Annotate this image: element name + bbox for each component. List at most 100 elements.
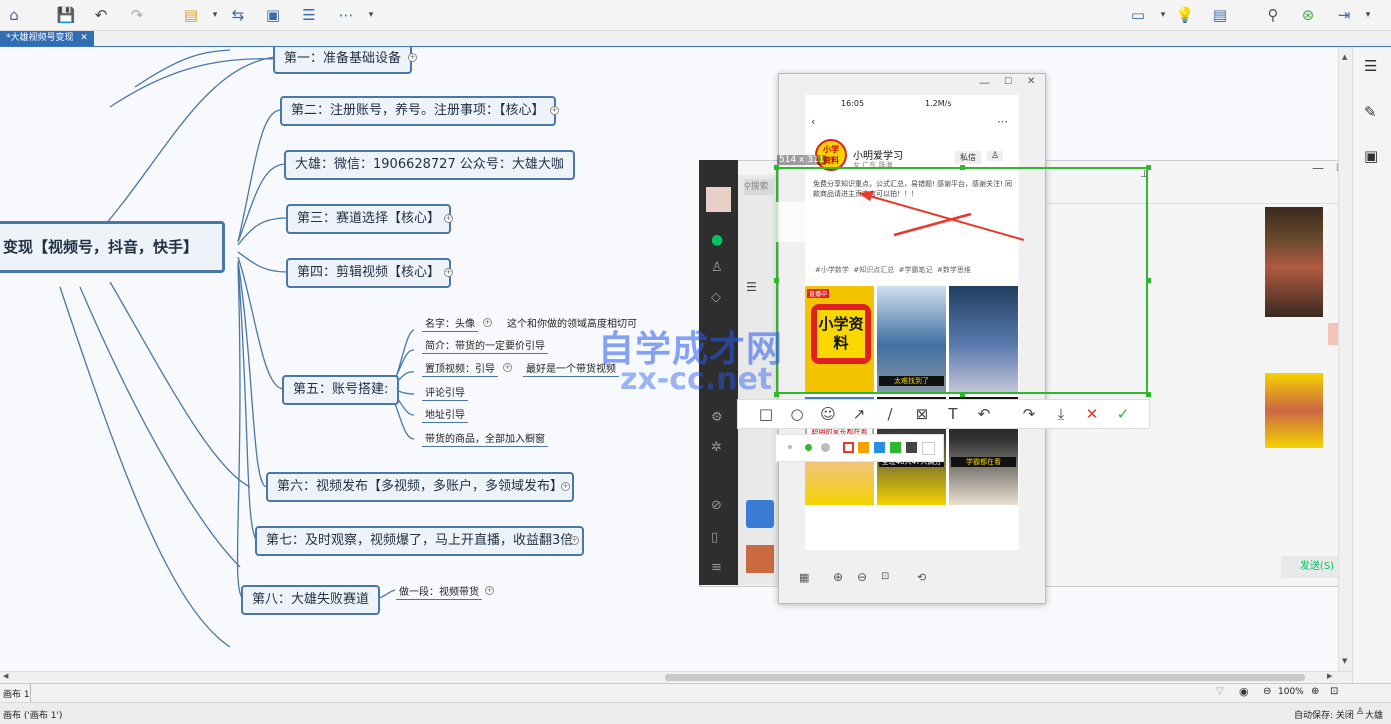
expand-icon[interactable]: +: [408, 53, 417, 62]
menu-icon[interactable]: ≡: [711, 560, 722, 575]
subtopic-bio[interactable]: 简介：带货的一定要价引导: [422, 337, 548, 354]
subtopic-pinned[interactable]: 置顶视频：引导: [422, 360, 498, 377]
chat-image[interactable]: [1265, 373, 1323, 448]
subtopic-showcase[interactable]: 带货的商品，全部加入橱窗: [422, 430, 548, 447]
color-swatch-white[interactable]: [922, 442, 935, 455]
chat-avatar[interactable]: [746, 545, 774, 573]
follow-icon[interactable]: ♙: [987, 151, 1004, 161]
favorites-icon[interactable]: ◇: [711, 290, 721, 305]
subtopic-address[interactable]: 地址引导: [422, 406, 468, 423]
zoom-level[interactable]: 100%: [1278, 687, 1304, 697]
chevron-down-icon[interactable]: ▾: [1152, 4, 1174, 26]
chat-image[interactable]: [1265, 207, 1323, 317]
size-medium-dot[interactable]: [805, 444, 812, 451]
color-swatch-gray[interactable]: [906, 442, 917, 453]
subtopic-name[interactable]: 名字：头像: [422, 315, 478, 332]
contacts-icon[interactable]: ♙: [711, 260, 723, 275]
scroll-down-icon[interactable]: ▼: [1342, 657, 1347, 665]
expand-icon[interactable]: +: [503, 363, 512, 372]
branch-topic-8[interactable]: 第八：大雄失败赛道: [241, 585, 381, 615]
zoom-in-icon[interactable]: ⊕: [1311, 686, 1319, 697]
branch-topic-6[interactable]: 第六：视频发布【多视频，多账户，多领域发布】: [266, 472, 575, 502]
rotate-icon[interactable]: ⟲: [917, 571, 926, 584]
color-swatch-orange[interactable]: [858, 442, 869, 453]
emoji-icon[interactable]: ☺: [819, 405, 837, 423]
share-icon[interactable]: ↷: [1020, 405, 1038, 423]
grid-icon[interactable]: ▦: [799, 571, 809, 584]
chevron-down-icon[interactable]: ▾: [360, 4, 382, 26]
private-message-button[interactable]: 私信: [955, 151, 981, 164]
download-icon[interactable]: ⤓: [1052, 405, 1070, 423]
home-icon[interactable]: ⌂: [3, 4, 25, 26]
branch-topic-4[interactable]: 第四：剪辑视频【核心】: [286, 258, 452, 288]
undo-icon[interactable]: ↶: [975, 405, 993, 423]
color-swatch-green[interactable]: [890, 442, 901, 453]
expand-icon[interactable]: +: [570, 536, 579, 545]
expand-icon[interactable]: +: [485, 586, 494, 595]
minimize-icon[interactable]: —: [1312, 161, 1324, 175]
branch-topic-5[interactable]: 第五：账号搭建:: [282, 375, 400, 405]
scroll-thumb[interactable]: [665, 674, 1305, 681]
color-swatch-blue[interactable]: [874, 442, 885, 453]
rectangle-icon[interactable]: □: [757, 405, 775, 423]
list-icon[interactable]: ☰: [746, 280, 757, 294]
expand-icon[interactable]: +: [550, 106, 559, 115]
ellipse-icon[interactable]: ○: [788, 405, 806, 423]
subtopic-failure[interactable]: 做一段：视频带货: [396, 583, 482, 600]
size-large-dot[interactable]: [821, 443, 830, 452]
close-icon[interactable]: ✕: [1027, 76, 1035, 87]
size-small-dot[interactable]: [788, 445, 792, 449]
fit-icon[interactable]: ⊡: [1330, 686, 1338, 697]
redo-icon[interactable]: ↷: [126, 4, 148, 26]
expand-icon[interactable]: +: [561, 482, 570, 491]
cancel-icon[interactable]: ✕: [1083, 405, 1101, 423]
mosaic-icon[interactable]: ⊠: [913, 405, 931, 423]
confirm-icon[interactable]: ✓: [1114, 405, 1132, 423]
autosave-status[interactable]: 自动保存: 关闭: [1294, 708, 1354, 721]
bulb-icon[interactable]: 💡: [1174, 4, 1196, 26]
presentation-icon[interactable]: ▭: [1127, 4, 1149, 26]
more-icon[interactable]: ⋯: [997, 115, 1008, 128]
subtopic-comment[interactable]: 评论引导: [422, 384, 468, 401]
notes-icon[interactable]: ☰: [298, 4, 320, 26]
eye-icon[interactable]: ◉: [1239, 685, 1249, 698]
user-icon[interactable]: ♙: [1356, 707, 1364, 717]
branch-topic-7[interactable]: 第七：及时观察，视频爆了，马上开直播，收益翻3倍: [255, 526, 585, 556]
image-panel-icon[interactable]: ▣: [1364, 147, 1378, 165]
back-icon[interactable]: ‹: [811, 115, 815, 128]
format-icon[interactable]: ☰: [1364, 57, 1377, 75]
color-swatch-red[interactable]: [843, 442, 854, 453]
scroll-up-icon[interactable]: ▲: [1342, 53, 1347, 61]
zoom-in-icon[interactable]: ⊕: [833, 570, 843, 584]
image-icon[interactable]: ▣: [262, 4, 284, 26]
pen-icon[interactable]: ∕: [881, 405, 899, 423]
insert-topic-icon[interactable]: ▤: [180, 4, 202, 26]
branch-topic-1[interactable]: 第一：准备基础设备: [273, 47, 413, 74]
canvas-sheet-tab[interactable]: 画布 1: [3, 687, 30, 700]
vertical-scrollbar[interactable]: ▲ ▼: [1338, 47, 1353, 671]
channels-icon[interactable]: ⊘: [711, 498, 722, 513]
export-icon[interactable]: ⇥: [1333, 4, 1355, 26]
expand-icon[interactable]: +: [444, 268, 453, 277]
settings-icon[interactable]: ⚙: [711, 410, 723, 425]
save-icon[interactable]: 💾: [55, 4, 77, 26]
scroll-left-icon[interactable]: ◀: [3, 672, 8, 680]
document-tab[interactable]: *大雄视频号变现 ✕: [0, 31, 94, 46]
user-name[interactable]: 大雄: [1365, 708, 1383, 721]
expand-icon[interactable]: +: [444, 214, 453, 223]
actual-size-icon[interactable]: ⊡: [881, 571, 889, 582]
chevron-down-icon[interactable]: ▾: [204, 4, 226, 26]
undo-icon[interactable]: ↶: [90, 4, 112, 26]
relationship-icon[interactable]: ⇆: [227, 4, 249, 26]
arrow-icon[interactable]: ↗: [850, 405, 868, 423]
search-input[interactable]: ⚲搜索: [744, 179, 774, 195]
avatar[interactable]: [706, 187, 731, 212]
branch-topic-2[interactable]: 第二：注册账号，养号。注册事项：【核心】: [280, 96, 556, 126]
text-icon[interactable]: T: [944, 405, 962, 423]
chevron-down-icon[interactable]: ▾: [1357, 4, 1379, 26]
phone-icon[interactable]: ▯: [711, 530, 718, 545]
search-icon[interactable]: ⚲: [1262, 4, 1284, 26]
minimize-icon[interactable]: —: [979, 76, 990, 89]
zoom-out-icon[interactable]: ⊖: [1263, 686, 1271, 697]
zoom-out-icon[interactable]: ⊖: [857, 570, 867, 584]
